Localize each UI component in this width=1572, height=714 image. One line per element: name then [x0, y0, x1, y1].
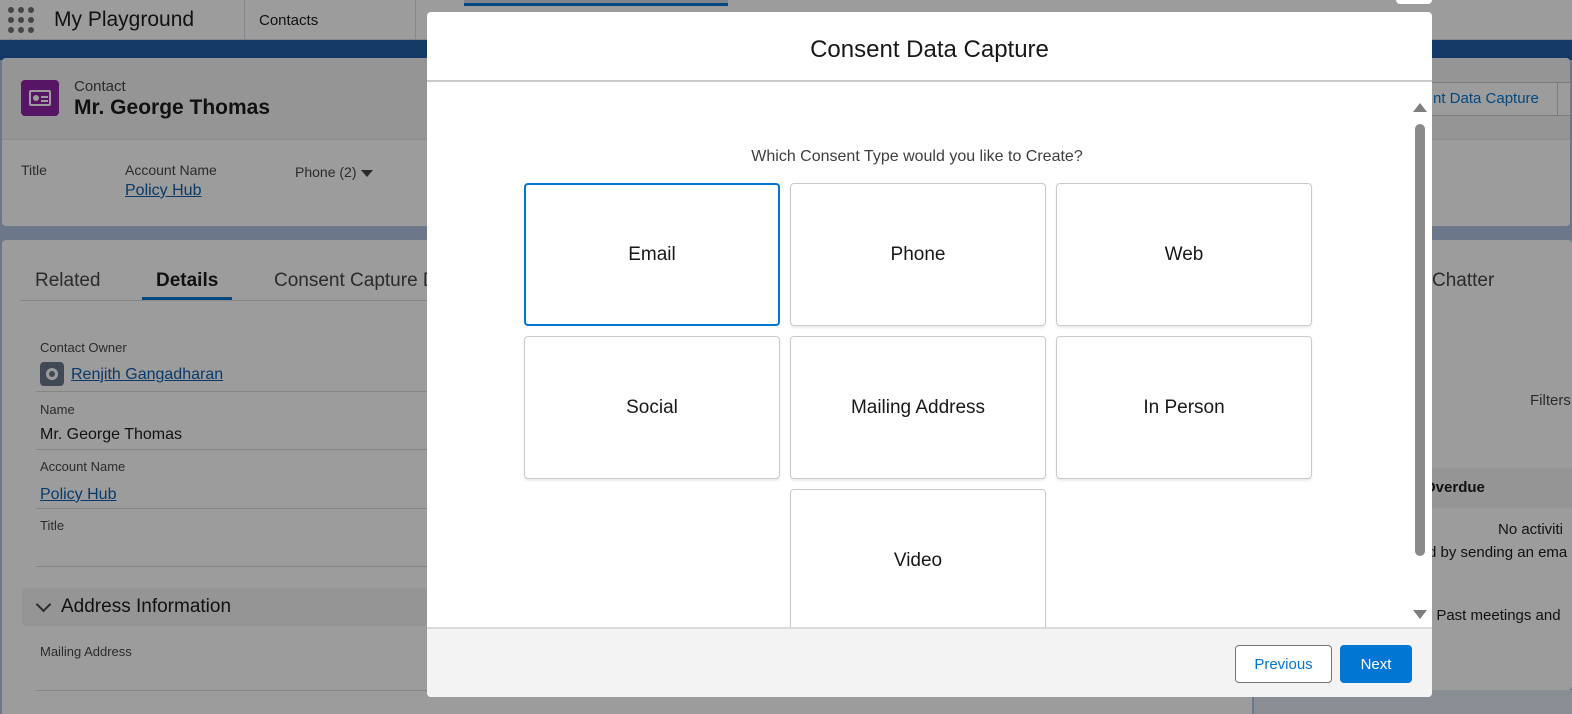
consent-option-email[interactable]: Email [524, 183, 780, 326]
consent-type-question: Which Consent Type would you like to Cre… [751, 148, 1083, 165]
scrollbar-thumb[interactable] [1415, 124, 1425, 556]
consent-option-mailing-address[interactable]: Mailing Address [790, 336, 1046, 479]
consent-option-phone[interactable]: Phone [790, 183, 1046, 326]
consent-option-video[interactable]: Video [790, 489, 1046, 627]
consent-data-capture-modal: Consent Data Capture Which Consent Type … [427, 12, 1432, 697]
consent-option-in-person[interactable]: In Person [1056, 336, 1312, 479]
modal-body: Which Consent Type would you like to Cre… [427, 82, 1432, 627]
scroll-down-arrow-icon[interactable] [1413, 610, 1427, 619]
modal-footer: Previous Next [427, 627, 1432, 697]
consent-option-web[interactable]: Web [1056, 183, 1312, 326]
next-button[interactable]: Next [1340, 645, 1412, 683]
scroll-up-arrow-icon[interactable] [1413, 103, 1427, 112]
modal-title: Consent Data Capture [810, 36, 1049, 63]
consent-option-social[interactable]: Social [524, 336, 780, 479]
previous-button[interactable]: Previous [1235, 645, 1332, 683]
modal-close-button[interactable] [1396, 0, 1432, 4]
modal-header: Consent Data Capture [427, 12, 1432, 82]
